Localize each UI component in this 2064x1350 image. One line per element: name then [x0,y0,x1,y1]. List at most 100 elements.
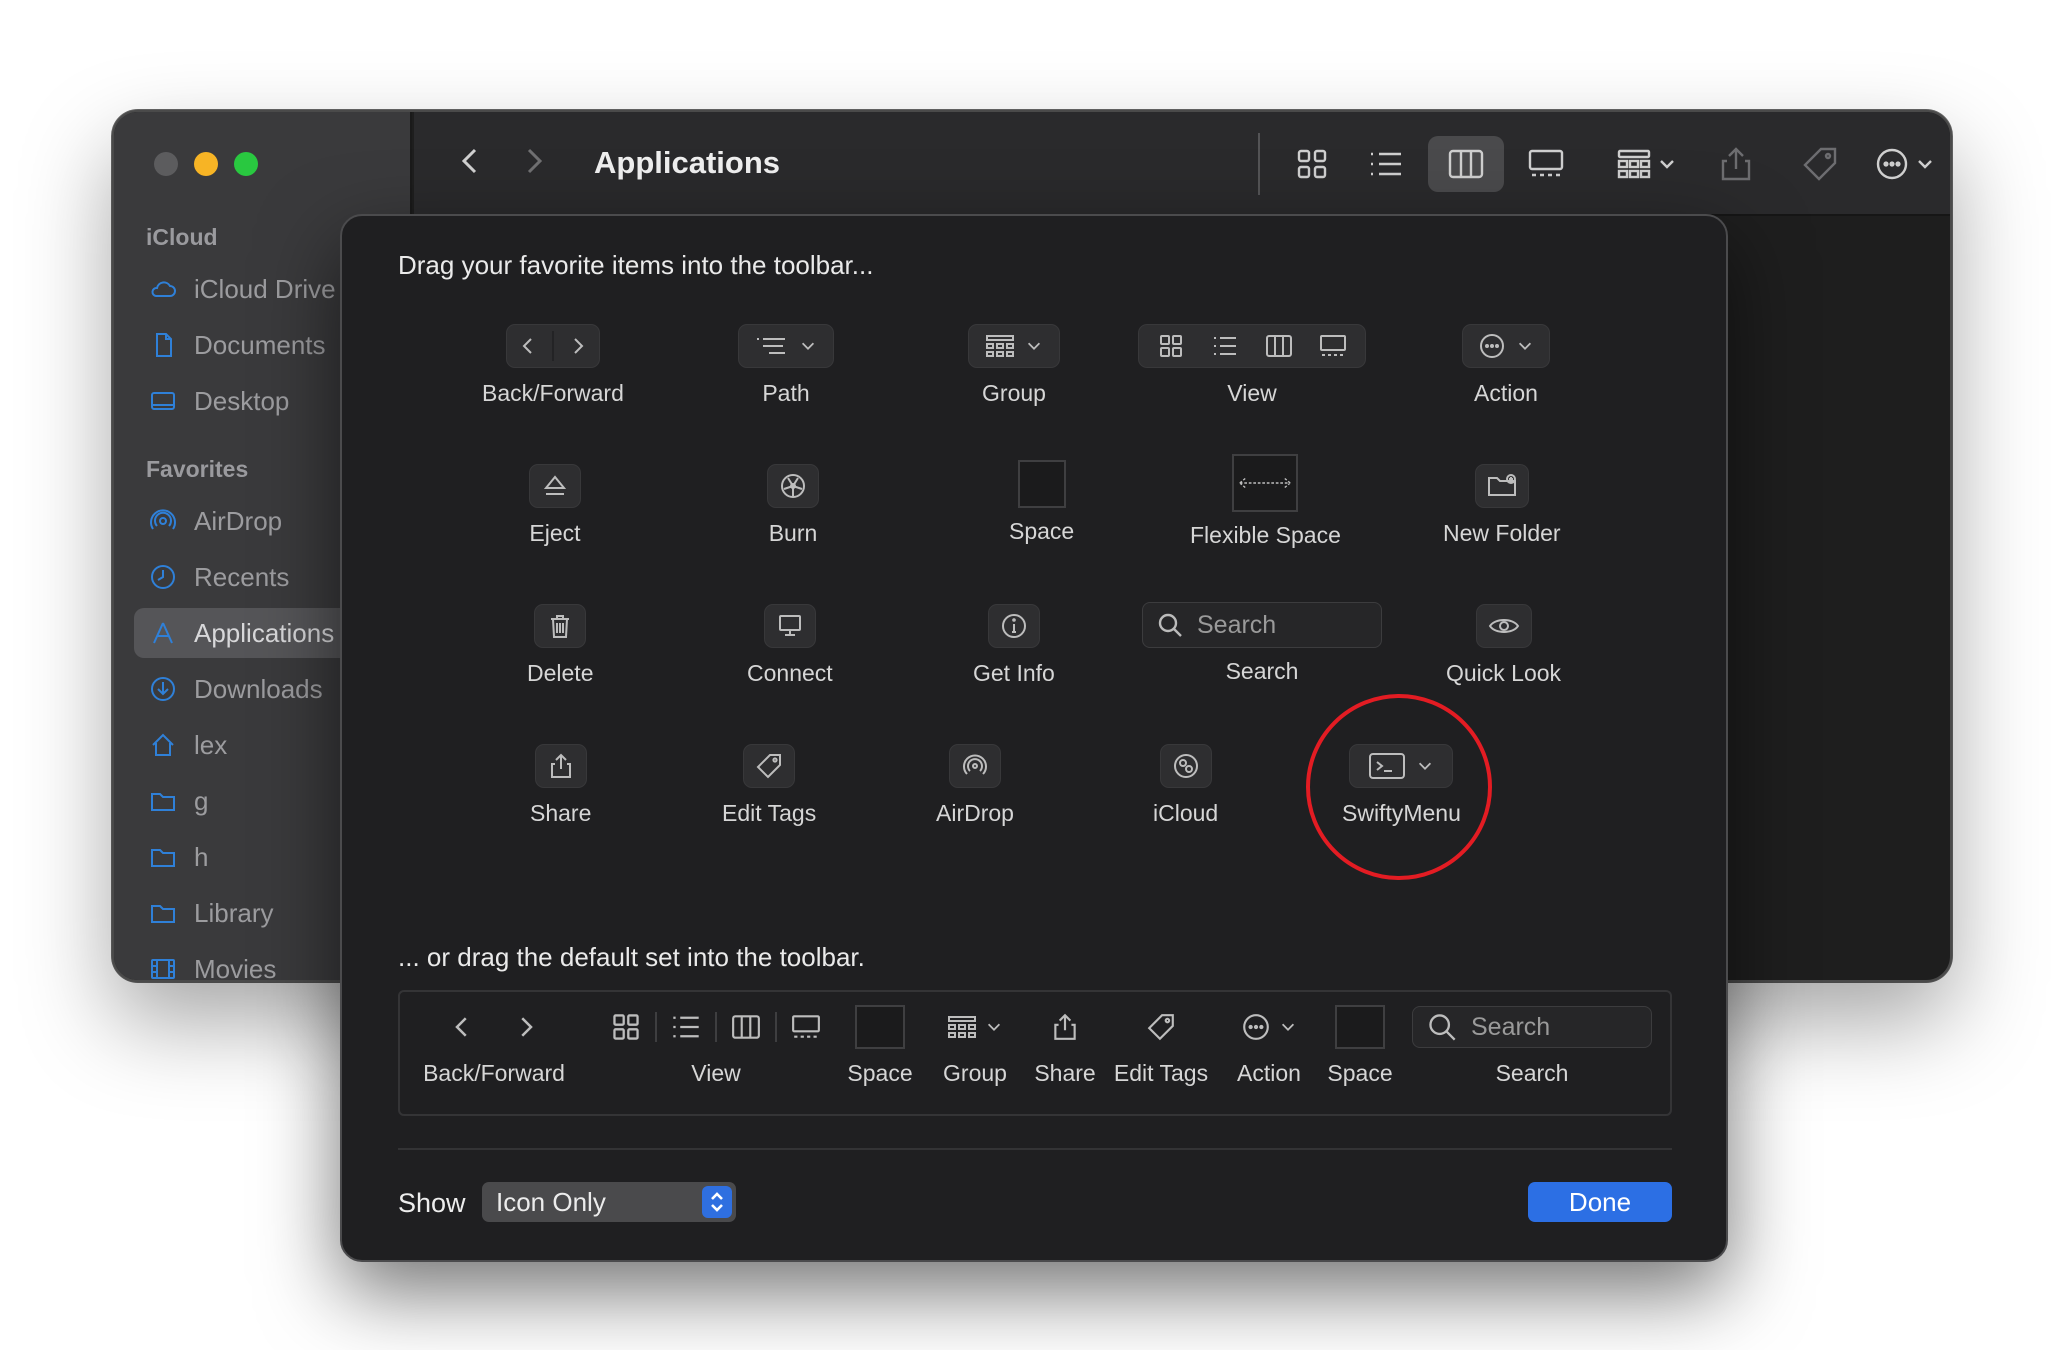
list-view-button[interactable] [1354,136,1418,192]
palette-delete[interactable]: Delete [527,604,593,687]
sidebar-item-label: lex [194,729,228,760]
forward-button[interactable] [516,144,550,183]
palette-connect[interactable]: Connect [747,604,833,687]
connect-control [763,604,816,648]
sidebar-item-label: Documents [194,329,326,360]
palette-view[interactable]: View [1138,324,1366,407]
icloud-control [1159,744,1212,788]
default-search: Search Search [1412,992,1652,1087]
window-controls [154,152,258,176]
palette-back-forward[interactable]: Back/Forward [482,324,624,407]
palette-label: Burn [768,520,818,546]
list-icon [673,1016,699,1038]
default-label: Action [1237,1060,1301,1086]
film-icon [148,954,178,980]
column-view-button[interactable] [1428,136,1504,192]
palette-new-folder[interactable]: New Folder [1443,464,1561,547]
palette-group[interactable]: Group [968,324,1060,407]
tag-icon [1803,147,1837,181]
folder-icon [148,898,178,928]
palette-space[interactable]: Space [1009,460,1074,545]
palette-get-info[interactable]: Get Info [973,604,1055,687]
default-set-instruction: ... or drag the default set into the too… [398,942,865,972]
show-mode-select[interactable]: Icon Only [482,1182,736,1222]
space-placeholder [1335,1005,1385,1049]
palette-quick-look[interactable]: Quick Look [1446,604,1561,687]
palette-airdrop[interactable]: AirDrop [936,744,1014,827]
palette-eject[interactable]: Eject [529,464,581,547]
done-button[interactable]: Done [1528,1182,1672,1222]
palette-flexible-space[interactable]: Flexible Space [1190,454,1341,549]
share-control [534,744,587,788]
default-label: Space [847,1060,913,1086]
palette-label: Connect [747,660,833,686]
show-mode-value: Icon Only [496,1186,606,1217]
search-placeholder: Search [1197,610,1277,639]
edit-tags-button[interactable] [1788,136,1852,192]
action-control [1462,324,1550,368]
customize-toolbar-sheet: Drag your favorite items into the toolba… [340,214,1728,1262]
sidebar-heading-icloud: iCloud [146,224,218,250]
document-icon [148,330,178,360]
sidebar-item-label: Desktop [194,385,290,416]
ellipsis-circle-icon [1480,334,1504,358]
home-icon [148,730,178,760]
palette-burn[interactable]: Burn [767,464,819,547]
airdrop-control [948,744,1001,788]
list-icon [1214,337,1236,355]
palette-label: Path [762,380,810,406]
chevron-down-icon [1281,1023,1295,1031]
columns-icon [1266,335,1292,357]
share-button[interactable] [1704,136,1768,192]
new-folder-control [1474,464,1529,508]
palette-action[interactable]: Action [1462,324,1550,407]
default-label: Share [1034,1060,1096,1086]
view-control [1138,324,1366,368]
highlight-circle-annotation [1306,694,1492,880]
action-button[interactable] [1872,136,1936,192]
palette-share[interactable]: Share [530,744,591,827]
palette-label: Search [1225,658,1299,684]
sidebar-item-label: Library [194,897,274,928]
palette-path[interactable]: Path [738,324,834,407]
grid-icon [1297,149,1327,179]
search-field-preview: Search [1142,602,1382,648]
sidebar-item-label: Downloads [194,673,323,704]
default-toolbar-set[interactable]: Back/Forward View Space Group Share Edit… [398,990,1672,1116]
trash-icon [551,615,570,638]
palette-label: Space [1009,518,1075,544]
sidebar-item-label: Movies [194,953,277,982]
gallery-view-button[interactable] [1514,136,1578,192]
info-icon [1001,614,1026,638]
ellipsis-circle-icon [1876,148,1908,180]
zoom-button[interactable] [234,152,258,176]
burn-control [767,464,819,508]
group-control [968,324,1060,368]
icon-view-button[interactable] [1280,136,1344,192]
up-down-chevron-icon [711,1192,723,1212]
chevron-left-icon [455,1017,467,1037]
close-button[interactable] [154,152,178,176]
default-share: Share [1030,992,1100,1087]
default-label: Back/Forward [423,1060,565,1086]
palette-icloud[interactable]: iCloud [1153,744,1218,827]
space-placeholder [855,1005,905,1049]
grid-icon [1160,335,1182,357]
get-info-control [987,604,1040,648]
palette-edit-tags[interactable]: Edit Tags [722,744,816,827]
chevron-down-icon [987,1023,1001,1031]
monitor-icon [778,615,801,636]
back-button[interactable] [454,144,488,183]
instruction-text: Drag your favorite items into the toolba… [398,250,874,280]
palette-label: New Folder [1443,520,1561,546]
tag-icon [1147,1014,1174,1041]
group-icon [1617,149,1651,179]
cloud-icon [148,274,178,304]
path-control [738,324,834,368]
palette-label: View [1227,380,1277,406]
palette-label: Edit Tags [722,800,817,826]
group-button[interactable] [1614,136,1678,192]
palette-search[interactable]: Search Search [1142,602,1382,685]
new-folder-icon [1487,474,1516,496]
minimize-button[interactable] [194,152,218,176]
